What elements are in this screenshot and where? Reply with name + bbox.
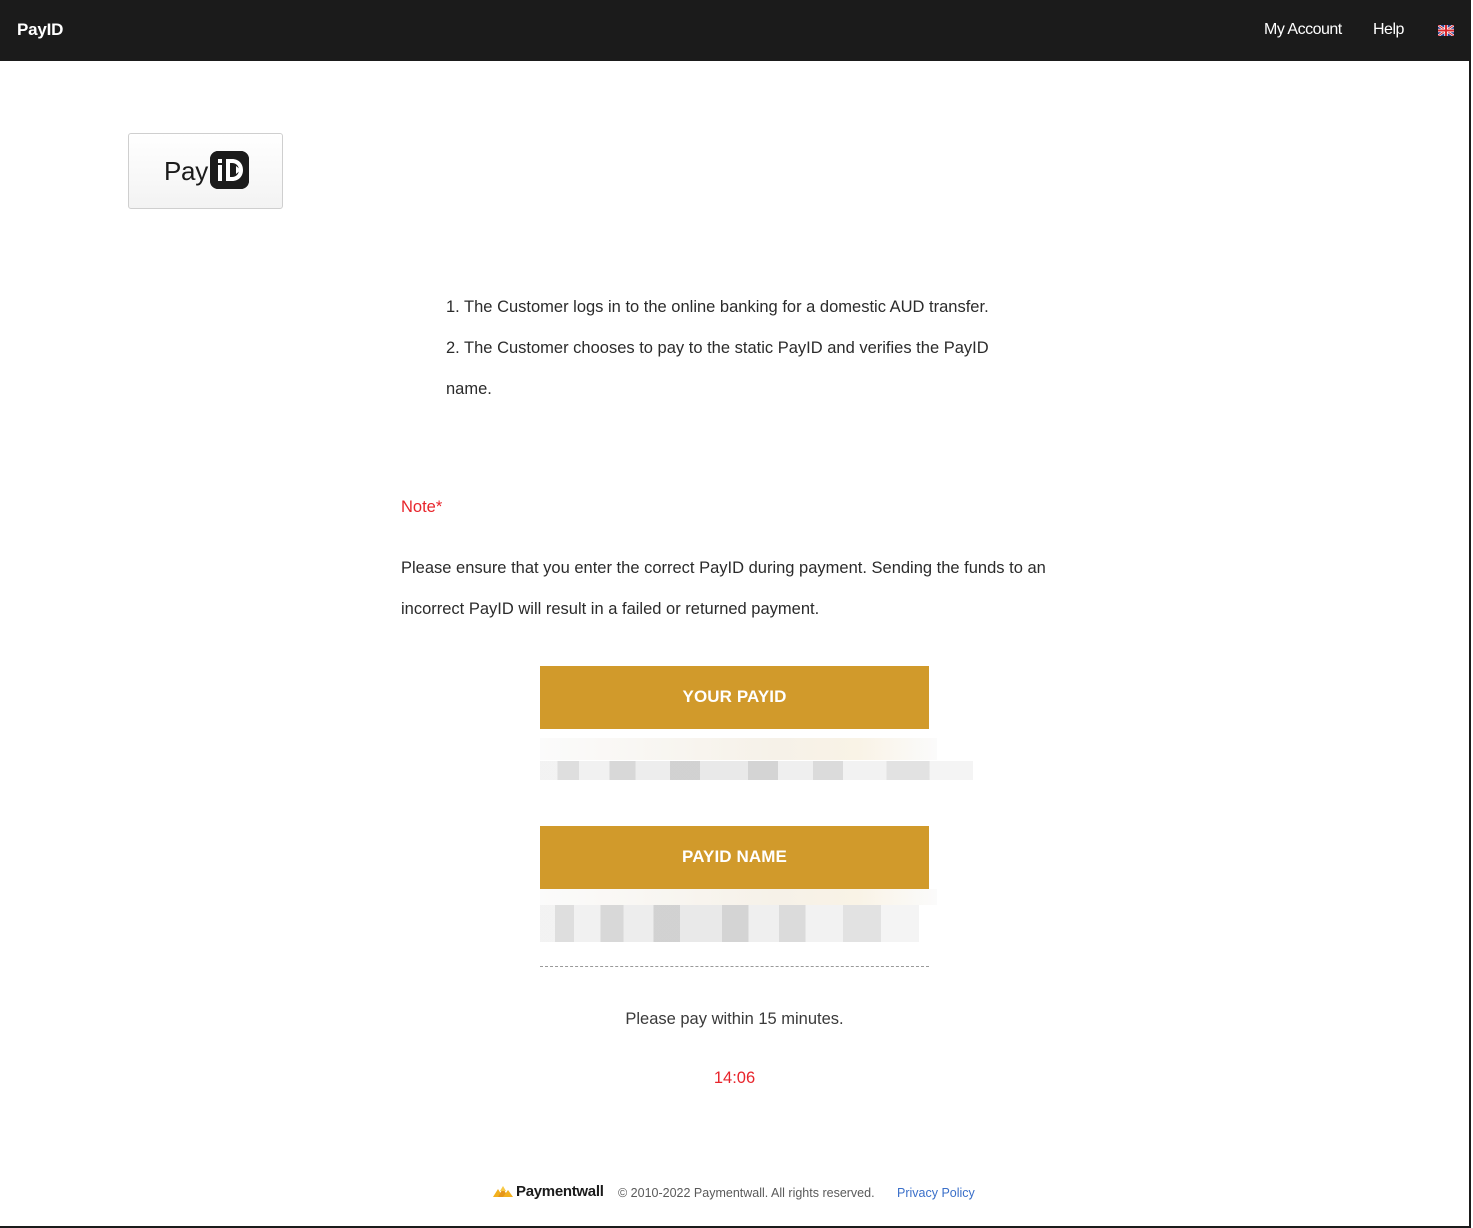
uk-flag-icon[interactable] (1438, 25, 1454, 36)
payid-value-redacted-line (540, 761, 973, 780)
instruction-step-1: 1. The Customer logs in to the online ba… (446, 298, 989, 316)
your-payid-header: YOUR PAYID (540, 666, 929, 729)
brand-title: PayID (17, 20, 64, 39)
copyright-text: © 2010-2022 Paymentwall. All rights rese… (618, 1186, 875, 1200)
payid-value-redacted (540, 738, 937, 760)
dashed-divider (540, 966, 929, 967)
payid-name-redacted (540, 889, 937, 905)
countdown-timer: 14:06 (713, 1069, 756, 1087)
payid-name-header: PAYID NAME (540, 826, 929, 889)
footer: Paymentwall © 2010-2022 Paymentwall. All… (0, 1183, 1469, 1203)
paymentwall-logo-icon (493, 1186, 513, 1197)
privacy-policy-link[interactable]: Privacy Policy (897, 1186, 975, 1200)
payment-time-limit: Please pay within 15 minutes. (625, 1010, 844, 1028)
payid-logo: Pay (128, 133, 283, 209)
top-navigation-bar: PayID My Account Help (0, 0, 1469, 61)
help-link[interactable]: Help (1373, 21, 1404, 39)
note-text: Please ensure that you enter the correct… (401, 559, 1046, 618)
payment-instructions: 1. The Customer logs in to the online ba… (446, 287, 1056, 410)
instruction-step-2: 2. The Customer chooses to pay to the st… (446, 339, 989, 398)
payid-name-redacted-line-2 (540, 923, 919, 942)
payid-name-redacted-line-1 (540, 905, 919, 923)
payid-logo-icon (210, 151, 249, 189)
page-frame: PayID My Account Help Pay 1. The Custome… (0, 0, 1471, 1228)
note-label: Note* (401, 498, 443, 516)
my-account-link[interactable]: My Account (1264, 21, 1342, 39)
logo-pay-text: Pay (164, 156, 208, 186)
paymentwall-brand: Paymentwall (516, 1183, 604, 1200)
